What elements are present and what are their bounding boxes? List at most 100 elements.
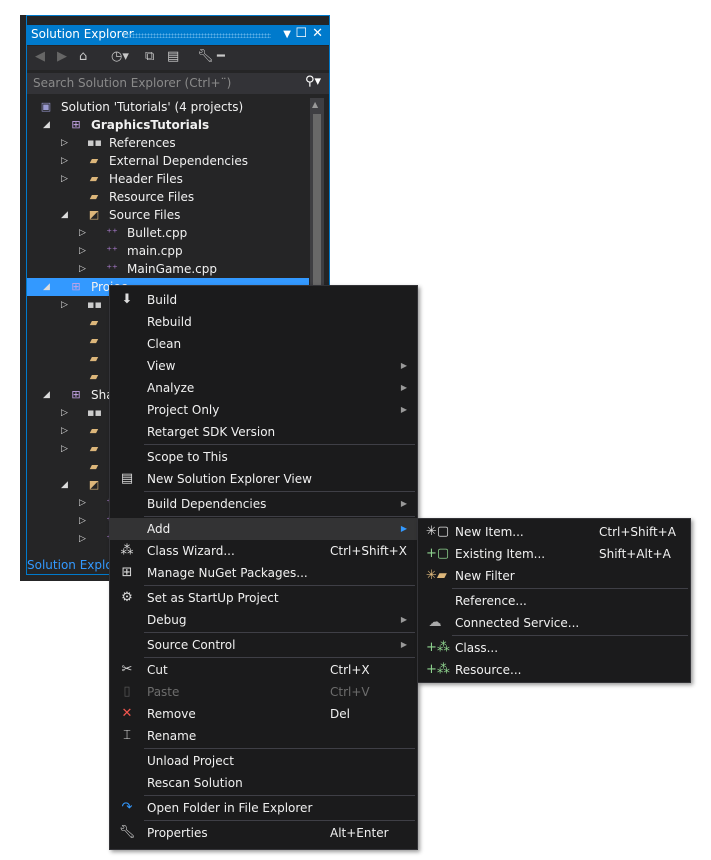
pending-changes-filter-icon[interactable]: ◷▾ xyxy=(111,49,129,64)
menu-item-properties[interactable]: 🔧︎ Properties Alt+Enter xyxy=(110,822,417,844)
menu-item-debug[interactable]: Debug ▶ xyxy=(110,609,417,631)
menu-item-new-filter[interactable]: ✳▰ New Filter xyxy=(418,565,690,587)
collapsed-arrow-icon[interactable]: ▷ xyxy=(61,152,68,170)
menu-item-class[interactable]: +⁂ Class... xyxy=(418,637,690,659)
menu-item-source-control[interactable]: Source Control ▶ xyxy=(110,634,417,656)
filter-folder-icon: ▰ xyxy=(89,352,99,365)
collapsed-arrow-icon[interactable]: ▷ xyxy=(61,404,68,422)
menu-item-manage-nuget-packages[interactable]: ⊞ Manage NuGet Packages... xyxy=(110,562,417,584)
menu-separator xyxy=(144,516,415,517)
search-input[interactable]: Search Solution Explorer (Ctrl+¨) xyxy=(33,76,231,90)
open-filter-folder-icon: ◩ xyxy=(88,208,100,221)
menu-item-reference[interactable]: Reference... xyxy=(418,590,690,612)
maximize-icon[interactable]: ☐ xyxy=(295,26,307,41)
search-icon[interactable]: ⚲▾ xyxy=(305,74,321,89)
references-icon: ▪▪ xyxy=(87,406,102,419)
menu-item-label: Analyze xyxy=(147,381,195,395)
show-all-files-icon[interactable]: ▤ xyxy=(167,49,179,64)
menu-item-set-as-startup-project[interactable]: ⚙ Set as StartUp Project xyxy=(110,587,417,609)
tree-item[interactable]: ▷ ▰ External Dependencies xyxy=(27,152,309,170)
expanded-arrow-icon[interactable]: ◢ xyxy=(43,116,50,134)
menu-item-add[interactable]: Add ▶ xyxy=(110,518,417,540)
menu-item-resource[interactable]: +⁂ Resource... xyxy=(418,659,690,681)
filter-folder-icon: ▰ xyxy=(89,370,99,383)
collapsed-arrow-icon[interactable]: ▷ xyxy=(79,260,86,278)
new-item-icon: ✳▢ xyxy=(426,524,450,539)
expanded-arrow-icon[interactable]: ◢ xyxy=(43,386,50,404)
menu-item-connected-service[interactable]: ☁ Connected Service... xyxy=(418,612,690,634)
menu-item-build-dependencies[interactable]: Build Dependencies ▶ xyxy=(110,493,417,515)
forward-icon[interactable]: ▶ xyxy=(57,49,67,64)
menu-item-label: Unload Project xyxy=(147,754,234,768)
search-box[interactable]: Search Solution Explorer (Ctrl+¨) ⚲▾ xyxy=(27,73,329,94)
connected-service-icon: ☁ xyxy=(428,615,442,630)
tree-item-label: Resource Files xyxy=(109,190,195,204)
tree-item[interactable]: ▷ ⁺⁺ Bullet.cpp xyxy=(27,224,309,242)
menu-item-rename[interactable]: ⌶ Rename xyxy=(110,725,417,747)
scrollbar-thumb[interactable] xyxy=(313,114,321,286)
menu-item-new-item[interactable]: ✳▢ New Item... Ctrl+Shift+A xyxy=(418,521,690,543)
menu-item-project-only[interactable]: Project Only ▶ xyxy=(110,399,417,421)
collapsed-arrow-icon[interactable]: ▷ xyxy=(61,134,68,152)
menu-item-remove[interactable]: ✕ Remove Del xyxy=(110,703,417,725)
pin-icon[interactable]: ━ xyxy=(217,49,225,64)
menu-separator xyxy=(144,820,415,821)
open-filter-folder-icon: ◩ xyxy=(88,478,100,491)
vertical-scrollbar[interactable]: ▲ xyxy=(310,98,324,286)
tree-item[interactable]: ◢ ◩ Source Files xyxy=(27,206,309,224)
menu-item-existing-item[interactable]: +▢ Existing Item... Shift+Alt+A xyxy=(418,543,690,565)
menu-item-view[interactable]: View ▶ xyxy=(110,355,417,377)
menu-item-build[interactable]: ⬇ Build xyxy=(110,289,417,311)
collapse-all-icon[interactable]: ⧉ xyxy=(145,49,154,64)
submenu-arrow-icon: ▶ xyxy=(400,361,407,370)
panel-title-bar[interactable]: Solution Explorer ▼ ☐ ✕ xyxy=(27,25,329,45)
scroll-up-icon[interactable]: ▲ xyxy=(312,100,318,109)
tree-item[interactable]: ▰ Resource Files xyxy=(27,188,309,206)
cpp-file-icon: ⁺⁺ xyxy=(106,262,118,275)
menu-separator xyxy=(144,491,415,492)
drag-grip[interactable] xyxy=(123,33,271,38)
menu-item-paste[interactable]: ▯ Paste Ctrl+V xyxy=(110,681,417,703)
wrench-icon[interactable]: 🔧︎ xyxy=(197,49,214,64)
menu-item-open-folder-in-file-explorer[interactable]: ↷ Open Folder in File Explorer xyxy=(110,797,417,819)
menu-item-shortcut: Del xyxy=(330,707,350,721)
collapsed-arrow-icon[interactable]: ▷ xyxy=(61,170,68,188)
collapsed-arrow-icon[interactable]: ▷ xyxy=(79,494,86,512)
menu-item-label: Set as StartUp Project xyxy=(147,591,279,605)
menu-item-unload-project[interactable]: Unload Project xyxy=(110,750,417,772)
menu-item-cut[interactable]: ✂ Cut Ctrl+X xyxy=(110,659,417,681)
tree-item-label: GraphicsTutorials xyxy=(91,118,210,132)
menu-item-rescan-solution[interactable]: Rescan Solution xyxy=(110,772,417,794)
menu-item-rebuild[interactable]: Rebuild xyxy=(110,311,417,333)
expanded-arrow-icon[interactable]: ◢ xyxy=(61,476,68,494)
tree-item[interactable]: ▷ ⁺⁺ main.cpp xyxy=(27,242,309,260)
menu-item-new-solution-explorer-view[interactable]: ▤ New Solution Explorer View xyxy=(110,468,417,490)
collapsed-arrow-icon[interactable]: ▷ xyxy=(79,224,86,242)
tree-item[interactable]: ▣ Solution 'Tutorials' (4 projects) xyxy=(27,98,309,116)
menu-item-class-wizard[interactable]: ⁂ Class Wizard... Ctrl+Shift+X xyxy=(110,540,417,562)
menu-item-clean[interactable]: Clean xyxy=(110,333,417,355)
expanded-arrow-icon[interactable]: ◢ xyxy=(43,278,50,296)
dropdown-arrow-icon[interactable]: ▼ xyxy=(283,29,291,40)
collapsed-arrow-icon[interactable]: ▷ xyxy=(79,512,86,530)
back-icon[interactable]: ◀ xyxy=(35,49,45,64)
collapsed-arrow-icon[interactable]: ▷ xyxy=(61,422,68,440)
tree-item[interactable]: ◢ ⊞ GraphicsTutorials xyxy=(27,116,309,134)
collapsed-arrow-icon[interactable]: ▷ xyxy=(79,242,86,260)
expanded-arrow-icon[interactable]: ◢ xyxy=(61,206,68,224)
home-icon[interactable]: ⌂ xyxy=(79,49,87,64)
collapsed-arrow-icon[interactable]: ▷ xyxy=(79,530,86,548)
tree-item-label: References xyxy=(109,136,176,150)
tree-item[interactable]: ▷ ⁺⁺ MainGame.cpp xyxy=(27,260,309,278)
filter-folder-icon: ▰ xyxy=(89,334,99,347)
new-filter-icon: ✳▰ xyxy=(426,568,447,583)
menu-item-analyze[interactable]: Analyze ▶ xyxy=(110,377,417,399)
collapsed-arrow-icon[interactable]: ▷ xyxy=(61,296,68,314)
tree-item[interactable]: ▷ ▪▪ References xyxy=(27,134,309,152)
menu-item-scope-to-this[interactable]: Scope to This xyxy=(110,446,417,468)
menu-item-retarget-sdk-version[interactable]: Retarget SDK Version xyxy=(110,421,417,443)
close-icon[interactable]: ✕ xyxy=(312,26,323,41)
collapsed-arrow-icon[interactable]: ▷ xyxy=(61,440,68,458)
tree-item[interactable]: ▷ ▰ Header Files xyxy=(27,170,309,188)
scissors-icon: ✂ xyxy=(121,662,133,677)
